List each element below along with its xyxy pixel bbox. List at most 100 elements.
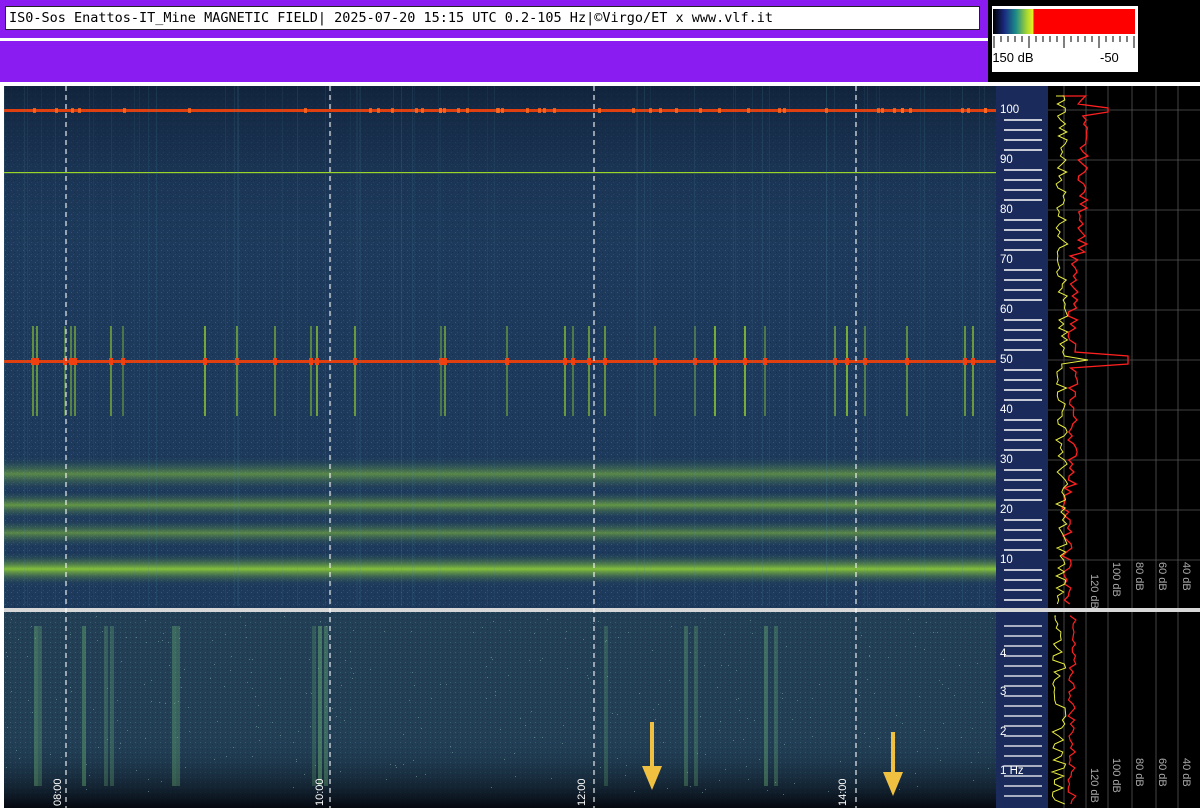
faint-streak xyxy=(644,86,645,606)
faint-streak xyxy=(636,86,637,606)
faint-streak xyxy=(752,86,753,606)
faint-streak xyxy=(282,86,283,606)
faint-streak xyxy=(412,86,413,606)
faint-streak xyxy=(325,86,326,606)
line-node xyxy=(747,108,750,113)
noise-speck xyxy=(352,678,353,679)
line-node xyxy=(967,108,970,113)
noise-speck xyxy=(917,786,918,787)
header-divider xyxy=(0,38,988,41)
noise-speck xyxy=(840,761,841,762)
transient-spike xyxy=(444,326,446,416)
faint-streak xyxy=(414,86,415,606)
scale-ticks xyxy=(996,119,1048,797)
noise-speck xyxy=(869,746,870,747)
noise-speck xyxy=(6,767,7,768)
line-node xyxy=(457,108,460,113)
faint-streak xyxy=(111,86,112,606)
freq-label-3: 3 xyxy=(1000,686,1007,698)
spike-node xyxy=(905,358,909,365)
noise-speck xyxy=(179,628,180,629)
noise-speck xyxy=(667,788,668,789)
noise-speck xyxy=(188,707,189,708)
noise-speck xyxy=(16,750,17,751)
faint-streak xyxy=(920,86,921,606)
noise-speck xyxy=(978,752,979,753)
noise-speck xyxy=(719,730,720,731)
line-node xyxy=(466,108,469,113)
transient-spike xyxy=(604,326,606,416)
noise-speck xyxy=(728,665,729,666)
noise-speck xyxy=(747,718,748,719)
faint-streak xyxy=(359,86,360,606)
noise-speck xyxy=(563,725,564,726)
noise-speck xyxy=(7,727,8,728)
noise-speck xyxy=(450,746,451,747)
noise-speck xyxy=(304,774,305,775)
faint-streak xyxy=(468,86,469,606)
noise-speck xyxy=(943,659,944,660)
noise-speck xyxy=(293,742,294,743)
noise-speck xyxy=(754,720,755,721)
noise-speck xyxy=(491,657,492,658)
noise-speck xyxy=(587,675,588,676)
faint-streak xyxy=(134,86,135,606)
db-label-120: 120 dB xyxy=(1088,574,1100,609)
lower-streak xyxy=(176,626,180,786)
noise-speck xyxy=(326,626,327,627)
line-node xyxy=(783,108,786,113)
noise-speck xyxy=(272,722,273,723)
noise-speck xyxy=(738,698,739,699)
noise-speck xyxy=(878,738,879,739)
noise-speck xyxy=(245,625,246,626)
lower-streak xyxy=(172,626,176,786)
noise-speck xyxy=(540,660,541,661)
colorbar-ticks xyxy=(993,36,1135,48)
noise-speck xyxy=(721,665,722,666)
noise-speck xyxy=(515,776,516,777)
noise-speck xyxy=(280,735,281,736)
noise-speck xyxy=(739,710,740,711)
noise-speck xyxy=(652,650,653,651)
spike-node xyxy=(273,358,277,365)
faint-streak xyxy=(234,86,235,606)
noise-speck xyxy=(247,682,248,683)
noise-speck xyxy=(5,672,6,673)
noise-speck xyxy=(495,691,496,692)
noise-speck xyxy=(542,737,543,738)
noise-speck xyxy=(396,767,397,768)
transient-spike xyxy=(506,326,508,416)
noise-speck xyxy=(50,754,51,755)
noise-speck xyxy=(704,665,705,666)
noise-speck xyxy=(671,626,672,627)
freq-label-50: 50 xyxy=(1000,354,1013,366)
noise-speck xyxy=(126,637,127,638)
faint-streak xyxy=(924,86,925,606)
noise-speck xyxy=(6,652,7,653)
noise-speck xyxy=(982,702,983,703)
noise-speck xyxy=(86,789,87,790)
noise-speck xyxy=(784,744,785,745)
noise-speck xyxy=(418,717,419,718)
noise-speck xyxy=(767,790,768,791)
scale-divider xyxy=(996,608,1048,612)
noise-speck xyxy=(869,646,870,647)
noise-speck xyxy=(493,621,494,622)
noise-speck xyxy=(736,699,737,700)
noise-speck xyxy=(486,698,487,699)
panel-divider xyxy=(4,608,996,612)
line-node xyxy=(632,108,635,113)
noise-speck xyxy=(251,672,252,673)
noise-speck xyxy=(634,791,635,792)
noise-speck xyxy=(298,731,299,732)
noise-speck xyxy=(924,649,925,650)
noise-speck xyxy=(972,728,973,729)
line-node xyxy=(659,108,662,113)
spike-node xyxy=(315,358,319,365)
noise-speck xyxy=(948,688,949,689)
line-node xyxy=(78,108,81,113)
faint-streak xyxy=(238,86,239,606)
spike-node xyxy=(763,358,767,365)
noise-speck xyxy=(736,670,737,671)
noise-speck xyxy=(514,753,515,754)
